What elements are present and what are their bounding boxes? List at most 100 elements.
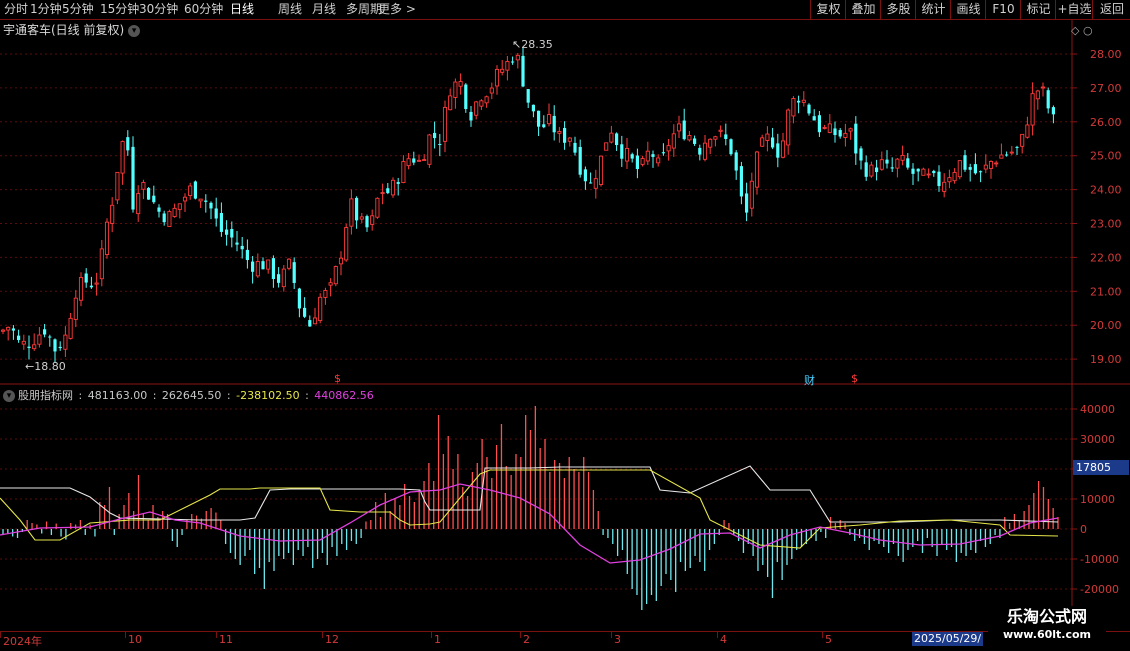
dollar-marker-1: $: [334, 372, 341, 385]
candle-body: [167, 211, 172, 227]
candle-body: [416, 159, 422, 162]
candle-body: [292, 262, 296, 283]
candle-body: [1009, 151, 1014, 154]
candle-body: [734, 152, 738, 171]
candle-body: [687, 135, 692, 141]
candle-body: [563, 127, 567, 143]
cursor-date-label: 2025/05/29/: [912, 632, 984, 646]
candle-body: [593, 178, 598, 189]
candle-body: [552, 115, 556, 133]
candle-body: [999, 154, 1004, 159]
indicator-axis-label: 10000: [1080, 493, 1115, 506]
candle-body: [1046, 90, 1050, 109]
candle-body: [147, 187, 151, 200]
high-marker: ↖28.35: [512, 38, 553, 51]
candle-body: [843, 132, 848, 138]
candle-body: [442, 106, 448, 142]
candle-body: [37, 334, 42, 345]
candle-body: [494, 68, 500, 87]
candle-body: [1025, 124, 1030, 138]
candle-body: [708, 138, 713, 148]
candle-body: [630, 154, 634, 159]
price-axis-label: 19.00: [1090, 353, 1122, 366]
candle-body: [359, 216, 364, 220]
candle-body: [921, 168, 926, 176]
candle-body: [822, 127, 827, 129]
indicator-bars: [2, 406, 1059, 610]
watermark-title: 乐淘公式网: [1006, 607, 1087, 626]
settings-diamond-icon[interactable]: ◇ ○: [1071, 24, 1093, 37]
candle-body: [1020, 133, 1025, 147]
candle-body: [531, 104, 535, 112]
candle-body: [869, 164, 874, 177]
candle-body: [952, 172, 957, 182]
candle-body: [542, 124, 546, 128]
dollar-marker-2: $: [851, 372, 858, 385]
candle-body: [651, 154, 655, 157]
candle-body: [567, 137, 572, 142]
candle-body: [344, 227, 349, 261]
candle-body: [349, 198, 354, 227]
price-axis-label: 25.00: [1090, 150, 1122, 163]
candle-body: [875, 167, 879, 173]
candle-body: [182, 196, 188, 202]
date-label-7: 4: [720, 633, 727, 646]
candle-body: [879, 159, 884, 170]
candle-body: [277, 274, 281, 283]
candle-body: [620, 144, 624, 159]
indicator-line-white: [0, 465, 1059, 523]
date-label-1: 10: [128, 633, 142, 646]
candle-body: [645, 150, 650, 162]
candle-body: [718, 129, 723, 132]
candle-body: [136, 193, 141, 215]
candle-body: [172, 207, 177, 217]
candle-body: [157, 207, 161, 212]
candle-body: [333, 266, 338, 285]
candle-body: [812, 116, 816, 121]
candle-body: [401, 161, 406, 184]
candle-body: [94, 282, 99, 285]
candle-body: [479, 100, 484, 107]
candle-body: [578, 146, 582, 175]
candle-body: [438, 143, 442, 145]
candlestick-series: [0, 46, 1055, 363]
indicator-axis-label: -10000: [1080, 553, 1119, 566]
candle-body: [505, 61, 510, 71]
candle-body: [323, 290, 328, 298]
candle-body: [749, 180, 754, 209]
candle-body: [365, 216, 369, 228]
candle-body: [297, 288, 301, 309]
candle-body: [131, 146, 135, 210]
candle-body: [458, 81, 463, 87]
candle-body: [104, 221, 110, 255]
candle-body: [1030, 93, 1035, 126]
candle-body: [141, 182, 146, 190]
date-tick: [322, 632, 323, 638]
date-label-5: 2: [523, 633, 530, 646]
candle-body: [609, 132, 614, 143]
date-tick: [125, 632, 126, 638]
candle-body: [515, 54, 520, 61]
date-tick: [520, 632, 521, 638]
candle-body: [126, 137, 130, 151]
candle-body: [0, 329, 6, 332]
date-tick: [431, 632, 432, 638]
candle-body: [573, 142, 577, 153]
candle-body: [6, 326, 11, 331]
low-marker: ←18.80: [25, 360, 66, 373]
chart-canvas[interactable]: 28.00 27.00 26.00 25.00 24.00 23.00 22.00 21.00…: [0, 0, 1130, 650]
candle-body: [526, 89, 530, 103]
candle-body: [500, 68, 505, 73]
candle-body: [484, 96, 489, 104]
candle-body: [152, 195, 156, 203]
indicator-line-yellow: [0, 469, 1059, 549]
date-tick: [611, 632, 612, 638]
candle-body: [963, 155, 967, 170]
candle-body: [286, 258, 292, 269]
candle-body: [885, 159, 889, 164]
price-axis-label: 20.00: [1090, 319, 1122, 332]
candle-body: [412, 158, 416, 163]
candle-body: [926, 173, 931, 176]
candle-body: [702, 142, 708, 160]
candle-body: [204, 200, 208, 202]
